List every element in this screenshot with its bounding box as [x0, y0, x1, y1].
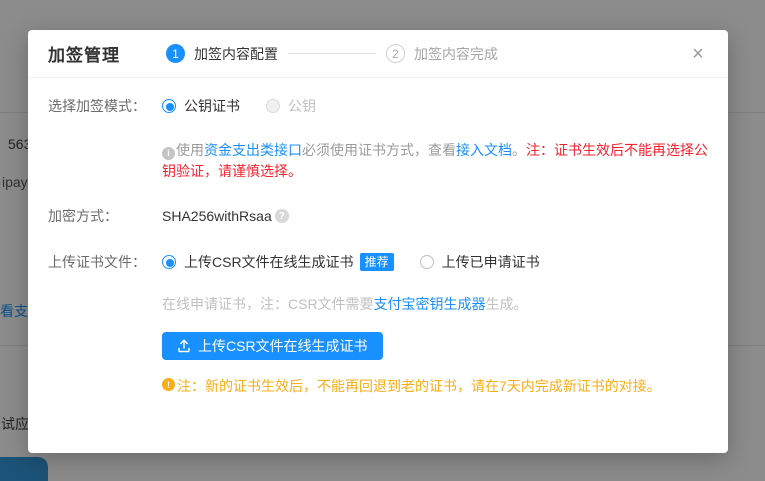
step-2-label: 加签内容完成	[414, 44, 498, 64]
sign-mode-label: 选择加签模式：	[48, 96, 162, 116]
hint-prefix: 使用	[176, 142, 204, 158]
radio-upload-csr-label: 上传CSR文件在线生成证书	[184, 252, 354, 272]
upload-cert-label: 上传证书文件：	[48, 252, 162, 272]
hint-period: 。	[512, 142, 526, 158]
close-icon[interactable]: ×	[686, 42, 710, 66]
radio-public-key-cert[interactable]: 公钥证书	[162, 96, 240, 116]
radio-public-key-cert-label: 公钥证书	[184, 96, 240, 116]
step-2-circle: 2	[386, 44, 405, 63]
sign-mode-row: 选择加签模式： 公钥证书 公钥	[48, 96, 708, 116]
radio-upload-csr[interactable]: 上传CSR文件在线生成证书 推荐	[162, 252, 394, 272]
step-1-label: 加签内容配置	[194, 44, 278, 64]
fund-api-link[interactable]: 资金支出类接口	[204, 142, 302, 158]
csr-note-prefix: 在线申请证书，注：CSR文件需要	[162, 296, 374, 312]
radio-disabled-icon	[266, 99, 280, 113]
cert-mode-hint: i使用资金支出类接口必须使用证书方式，查看接入文档。注：证书生效后不能再选择公钥…	[162, 140, 718, 182]
radio-selected-icon	[162, 99, 176, 113]
upload-csr-button-label: 上传CSR文件在线生成证书	[198, 336, 368, 356]
new-cert-warning-text: 注：新的证书生效后，不能再回退到老的证书，请在7天内完成新证书的对接。	[177, 376, 661, 396]
dialog-header: 加签管理 1 加签内容配置 2 加签内容完成 ×	[28, 30, 728, 78]
encryption-value: SHA256withRsaa	[162, 208, 272, 224]
radio-upload-existing[interactable]: 上传已申请证书	[420, 252, 540, 272]
upload-icon	[177, 339, 191, 353]
csr-note: 在线申请证书，注：CSR文件需要支付宝密钥生成器生成。	[162, 294, 708, 314]
step-connector-line	[288, 53, 376, 54]
radio-unselected-icon	[420, 255, 434, 269]
radio-selected-icon	[162, 255, 176, 269]
radio-public-key[interactable]: 公钥	[266, 96, 316, 116]
encryption-value-wrap: SHA256withRsaa ?	[162, 208, 289, 224]
upload-cert-row: 上传证书文件： 上传CSR文件在线生成证书 推荐 上传已申请证书	[48, 252, 708, 272]
access-doc-link[interactable]: 接入文档	[456, 142, 512, 158]
step-1-circle: 1	[166, 44, 185, 63]
dialog-title: 加签管理	[48, 41, 120, 66]
new-cert-warning: ! 注：新的证书生效后，不能再回退到老的证书，请在7天内完成新证书的对接。	[162, 376, 708, 396]
hint-middle: 必须使用证书方式，查看	[302, 142, 456, 158]
encryption-row: 加密方式： SHA256withRsaa ?	[48, 206, 708, 226]
sign-mode-radio-group: 公钥证书 公钥	[162, 96, 316, 116]
info-icon: i	[162, 147, 175, 160]
dialog-body: 选择加签模式： 公钥证书 公钥 i使用资金支出类接口必须使用证书方式，查看接入文…	[28, 78, 728, 396]
upload-cert-radio-group: 上传CSR文件在线生成证书 推荐 上传已申请证书	[162, 252, 540, 272]
help-icon[interactable]: ?	[275, 209, 289, 223]
radio-public-key-label: 公钥	[288, 96, 316, 116]
warning-icon: !	[162, 378, 175, 391]
upload-csr-button[interactable]: 上传CSR文件在线生成证书	[162, 332, 383, 360]
key-generator-link[interactable]: 支付宝密钥生成器	[374, 296, 486, 312]
radio-upload-existing-label: 上传已申请证书	[442, 252, 540, 272]
signature-management-dialog: 加签管理 1 加签内容配置 2 加签内容完成 × 选择加签模式： 公钥证书 公钥	[28, 30, 728, 453]
step-indicator: 1 加签内容配置 2 加签内容完成	[166, 44, 498, 64]
encryption-label: 加密方式：	[48, 206, 162, 226]
csr-note-suffix: 生成。	[486, 296, 528, 312]
recommended-badge: 推荐	[360, 253, 394, 271]
